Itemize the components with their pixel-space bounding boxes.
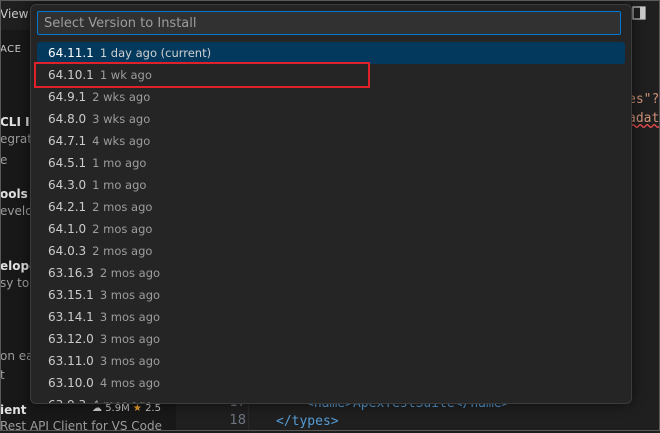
version-label: 64.0.3 bbox=[48, 244, 87, 258]
version-age: 1 mo ago bbox=[92, 178, 147, 192]
version-list: 64.11.1 1 day ago (current) 64.10.1 1 wk ag… bbox=[37, 42, 625, 403]
extension-item[interactable]: on ea t bbox=[0, 349, 34, 382]
version-age: 1 mo ago bbox=[92, 156, 147, 170]
version-label: 64.11.1 bbox=[48, 46, 94, 60]
version-option[interactable]: 64.1.0 2 mos ago bbox=[37, 218, 625, 240]
code-fragment: adat bbox=[628, 111, 660, 126]
version-age: 4 wks ago bbox=[92, 134, 151, 148]
version-label: 64.1.0 bbox=[48, 222, 87, 236]
version-label: 63.16.3 bbox=[48, 266, 94, 280]
extension-stats: ☁ 5.9M ★ 2.5 bbox=[92, 403, 161, 414]
version-label: 63.9.3 bbox=[48, 398, 86, 403]
version-option[interactable]: 63.11.0 3 mos ago bbox=[37, 350, 625, 372]
version-label: 63.12.0 bbox=[48, 332, 94, 346]
version-label: 63.14.1 bbox=[48, 310, 94, 324]
version-option[interactable]: 63.14.1 3 mos ago bbox=[37, 306, 625, 328]
version-age: 4 mos ago bbox=[99, 376, 161, 390]
version-option[interactable]: 63.10.0 4 mos ago bbox=[37, 372, 625, 394]
version-label: 64.3.0 bbox=[48, 178, 87, 192]
version-quick-pick: 64.11.1 1 day ago (current) 64.10.1 1 wk ag… bbox=[30, 4, 632, 404]
version-label: 64.2.1 bbox=[48, 200, 87, 214]
version-age: 1 wk ago bbox=[99, 68, 152, 82]
version-option[interactable]: 63.12.0 3 mos ago bbox=[37, 328, 625, 350]
version-search-input[interactable] bbox=[37, 11, 621, 35]
version-label: 64.7.1 bbox=[48, 134, 87, 148]
version-age: 3 mos ago bbox=[99, 288, 161, 302]
version-option[interactable]: 64.10.1 1 wk ago bbox=[37, 64, 625, 86]
toggle-secondary-sidebar-icon[interactable] bbox=[632, 6, 646, 20]
code-line: </types> bbox=[276, 414, 339, 429]
version-option[interactable]: 64.8.0 3 wks ago bbox=[37, 108, 625, 130]
version-age: 4 mos ago bbox=[92, 398, 152, 403]
version-label: 64.5.1 bbox=[48, 156, 87, 170]
line-number: 18 bbox=[229, 413, 246, 428]
version-option[interactable]: 64.0.3 2 mos ago bbox=[37, 240, 625, 262]
extension-desc: on ea bbox=[0, 349, 34, 363]
version-label: 64.10.1 bbox=[48, 68, 94, 82]
version-label: 63.10.0 bbox=[48, 376, 94, 390]
version-option[interactable]: 63.16.3 2 mos ago bbox=[37, 262, 625, 284]
version-option[interactable]: 64.5.1 1 mo ago bbox=[37, 152, 625, 174]
extension-desc: e bbox=[0, 153, 8, 167]
version-option[interactable]: 63.9.3 4 mos ago bbox=[37, 394, 625, 403]
code-fragment: es"? bbox=[628, 92, 660, 107]
version-label: 63.11.0 bbox=[48, 354, 94, 368]
version-option[interactable]: 64.11.1 1 day ago (current) bbox=[37, 42, 625, 64]
star-icon: ★ bbox=[132, 403, 142, 414]
rating-value: 2.5 bbox=[145, 403, 161, 414]
version-age: 3 mos ago bbox=[99, 310, 161, 324]
version-age: 2 mos ago bbox=[92, 244, 153, 258]
version-age: 3 mos ago bbox=[99, 354, 161, 368]
version-option[interactable]: 64.7.1 4 wks ago bbox=[37, 130, 625, 152]
version-label: 63.15.1 bbox=[48, 288, 94, 302]
version-age: 2 wks ago bbox=[92, 90, 151, 104]
version-option[interactable]: 64.2.1 2 mos ago bbox=[37, 196, 625, 218]
cloud-download-icon: ☁ bbox=[92, 403, 102, 414]
version-age: 3 mos ago bbox=[99, 332, 161, 346]
menu-view[interactable]: View bbox=[0, 7, 28, 21]
version-age: 3 wks ago bbox=[92, 112, 151, 126]
version-option[interactable]: 63.15.1 3 mos ago bbox=[37, 284, 625, 306]
version-age: 2 mos ago bbox=[92, 200, 153, 214]
version-age: 1 day ago (current) bbox=[99, 46, 212, 60]
download-count: 5.9M bbox=[105, 403, 130, 414]
version-option[interactable]: 64.9.1 2 wks ago bbox=[37, 86, 625, 108]
version-age: 2 mos ago bbox=[99, 266, 161, 280]
version-label: 64.8.0 bbox=[48, 112, 87, 126]
extension-desc: t bbox=[0, 368, 5, 382]
extension-item[interactable]: e bbox=[0, 153, 7, 167]
version-age: 2 mos ago bbox=[92, 222, 153, 236]
version-label: 64.9.1 bbox=[48, 90, 87, 104]
sidebar-header: ACE bbox=[0, 44, 22, 55]
version-option[interactable]: 64.3.0 1 mo ago bbox=[37, 174, 625, 196]
